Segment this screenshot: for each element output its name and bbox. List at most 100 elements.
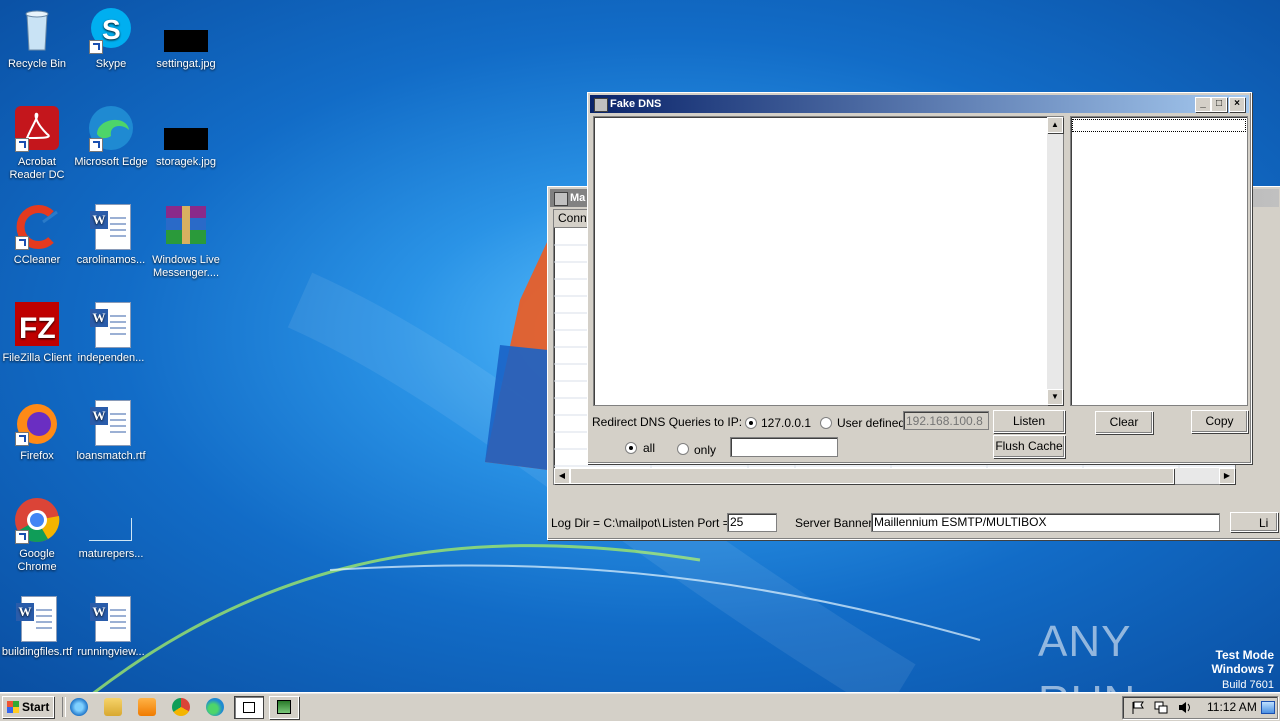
desktop-icon-carolinamos[interactable]: W carolinamos...: [74, 202, 148, 267]
internet-explorer-icon[interactable]: [70, 698, 88, 716]
dns-log-textarea[interactable]: ▲ ▼: [593, 116, 1064, 406]
redirect-label: Redirect DNS Queries to IP:: [592, 415, 743, 429]
desktop-icon-edge[interactable]: Microsoft Edge: [74, 104, 148, 169]
desktop-icon-storagek[interactable]: storagek.jpg: [149, 104, 223, 169]
test-mode-label: Test Mode: [1215, 648, 1274, 662]
word-document-icon: W: [87, 398, 135, 446]
only-domain-input[interactable]: [730, 437, 838, 457]
desktop-icon-filezilla[interactable]: FZ FileZilla Client: [0, 300, 74, 365]
scroll-thumb[interactable]: [570, 468, 1174, 484]
taskbar-item-mail[interactable]: [269, 696, 299, 719]
scroll-down-arrow[interactable]: ▼: [1047, 389, 1063, 405]
desktop-icon-maturepers[interactable]: maturepers...: [74, 496, 148, 561]
horizontal-scrollbar[interactable]: ◀ ▶: [554, 468, 1235, 484]
taskbar: Start 11:12 AM: [0, 692, 1280, 721]
icon-label: Google Chrome: [17, 548, 57, 573]
dns-listen-button[interactable]: Listen: [993, 410, 1065, 433]
icon-label: maturepers...: [78, 548, 144, 560]
desktop: Recycle Bin Acrobat Reader DC CCleaner F…: [0, 0, 1280, 692]
file-explorer-icon[interactable]: [104, 698, 122, 716]
desktop-icon-buildingfiles[interactable]: W buildingfiles.rtf: [0, 594, 74, 659]
dns-log-scrollbar[interactable]: ▲ ▼: [1047, 117, 1063, 405]
close-button[interactable]: ×: [1229, 97, 1245, 112]
mail-listen-button[interactable]: Li: [1230, 512, 1278, 532]
media-player-icon[interactable]: [138, 698, 156, 716]
server-banner-value: Maillennium ESMTP/MULTIBOX: [874, 515, 1047, 529]
fake-dns-titlebar[interactable]: Fake DNS _ □ ×: [590, 95, 1249, 113]
flush-cache-button[interactable]: Flush Cache: [993, 435, 1065, 458]
icon-label: FileZilla Client: [2, 352, 72, 364]
taskbar-item-fake-dns[interactable]: [234, 696, 264, 719]
build-label: Build 7601: [1222, 679, 1274, 691]
radio-localhost[interactable]: [745, 417, 757, 429]
radio-user-defined[interactable]: [820, 417, 832, 429]
skype-icon: S: [87, 6, 135, 54]
network-icon[interactable]: [1154, 701, 1168, 714]
radio-localhost-label: 127.0.0.1: [761, 416, 812, 430]
icon-label: runningview...: [77, 646, 145, 658]
start-button[interactable]: Start: [2, 696, 54, 718]
blank-file-icon: [87, 496, 135, 544]
filezilla-icon: FZ: [13, 300, 61, 348]
radio-all-label: all: [643, 441, 656, 455]
clear-button[interactable]: Clear: [1095, 411, 1153, 434]
copy-button[interactable]: Copy: [1191, 410, 1248, 433]
firefox-icon: [13, 398, 61, 446]
fake-dns-title: Fake DNS: [610, 98, 662, 110]
desktop-icon-ccleaner[interactable]: CCleaner: [0, 202, 74, 267]
icon-label: independen...: [77, 352, 145, 364]
desktop-icon-winrar[interactable]: Windows Live Messenger....: [149, 202, 223, 280]
server-banner-label: Server Banner: [795, 516, 873, 530]
acrobat-reader-icon: [13, 104, 61, 152]
icon-label: Firefox: [20, 450, 54, 462]
icon-label: buildingfiles.rtf: [1, 646, 73, 658]
desktop-icon-runningview[interactable]: W runningview...: [74, 594, 148, 659]
icon-label: Acrobat Reader DC: [9, 156, 65, 181]
desktop-icon-firefox[interactable]: Firefox: [0, 398, 74, 463]
maximize-button[interactable]: □: [1211, 97, 1227, 112]
icon-label: Microsoft Edge: [74, 156, 148, 168]
icon-label: loansmatch.rtf: [76, 450, 146, 462]
app-icon: [594, 98, 608, 112]
user-defined-ip-input[interactable]: [903, 411, 989, 430]
icon-label: settingat.jpg: [156, 58, 216, 70]
action-center-flag-icon[interactable]: [1131, 701, 1145, 714]
winrar-archive-icon: [162, 202, 210, 250]
scroll-up-arrow[interactable]: ▲: [1047, 117, 1063, 133]
word-document-icon: W: [87, 300, 135, 348]
word-document-icon: W: [87, 594, 135, 642]
mail-window-title: Ma: [570, 192, 586, 204]
desktop-icon-loansmatch[interactable]: W loansmatch.rtf: [74, 398, 148, 463]
scroll-right-arrow[interactable]: ▶: [1219, 468, 1235, 484]
minimize-button[interactable]: _: [1195, 97, 1211, 112]
desktop-icon-chrome[interactable]: Google Chrome: [0, 496, 74, 574]
radio-only-label: only: [694, 443, 717, 457]
radio-only[interactable]: [677, 443, 689, 455]
desktop-icon-recycle-bin[interactable]: Recycle Bin: [0, 6, 74, 71]
scroll-left-arrow[interactable]: ◀: [554, 468, 570, 484]
chrome-taskbar-icon[interactable]: [172, 698, 190, 716]
desktop-icon-skype[interactable]: S Skype: [74, 6, 148, 71]
volume-icon[interactable]: [1178, 701, 1192, 714]
mailpot-icon: [277, 700, 291, 714]
log-dir-label: Log Dir = C:\mailpot\: [551, 516, 661, 530]
clock[interactable]: 11:12 AM: [1207, 700, 1257, 714]
desktop-icon-acrobat[interactable]: Acrobat Reader DC: [0, 104, 74, 182]
edge-icon: [87, 104, 135, 152]
word-document-icon: W: [13, 594, 61, 642]
server-banner-field[interactable]: Maillennium ESMTP/MULTIBOX: [871, 513, 1220, 532]
icon-label: storagek.jpg: [156, 156, 216, 168]
icon-label: Skype: [95, 58, 127, 70]
listen-port-field[interactable]: 25: [727, 513, 777, 532]
desktop-icon-independen[interactable]: W independen...: [74, 300, 148, 365]
icon-label: carolinamos...: [76, 254, 146, 266]
show-desktop-icon[interactable]: [1261, 701, 1275, 714]
listen-port-label: Listen Port =: [662, 516, 730, 530]
dns-cache-list[interactable]: [1070, 116, 1248, 406]
radio-user-defined-label: User defined: [837, 416, 906, 430]
anyrun-watermark: ANY RUN: [1038, 617, 1135, 692]
edge-taskbar-icon[interactable]: [206, 698, 224, 716]
radio-all[interactable]: [625, 442, 637, 454]
desktop-icon-settingat[interactable]: settingat.jpg: [149, 6, 223, 71]
fake-dns-window[interactable]: Fake DNS _ □ × ▲ ▼ Redirect DNS Queries …: [587, 92, 1252, 464]
